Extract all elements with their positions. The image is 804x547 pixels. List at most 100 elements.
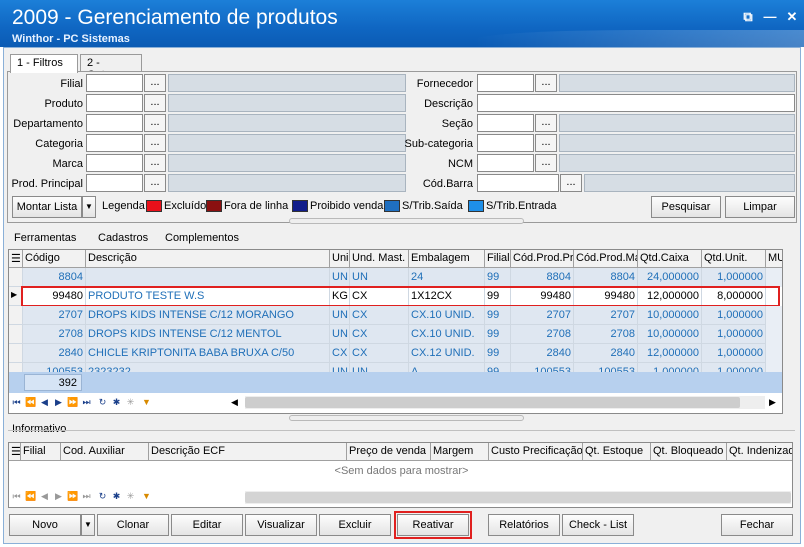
novo-dropdown[interactable]: ▼ — [81, 514, 95, 536]
cell-embalagem[interactable]: CX.10 UNID. — [409, 306, 485, 325]
nav-prev-icon[interactable]: ◀ — [39, 396, 50, 409]
prod-principal-input[interactable] — [86, 174, 143, 192]
tab-outros[interactable]: 2 - Outros — [80, 54, 142, 81]
cell-codigo[interactable]: 2708 — [23, 325, 86, 344]
cell-descricao[interactable]: CHICLE KRIPTONITA BABA BRUXA C/50 — [86, 344, 330, 363]
cell-und-mast[interactable]: CX — [350, 325, 409, 344]
cell-cod-prod-ma[interactable]: 2840 — [574, 344, 638, 363]
products-grid[interactable]: ☰ Código Descrição Uni Und. Mast. Embala… — [8, 249, 783, 414]
cell-codigo[interactable]: 2840 — [23, 344, 86, 363]
table-row[interactable]: 2840 CHICLE KRIPTONITA BABA BRUXA C/50 CX C… — [9, 344, 782, 363]
marca-input[interactable] — [86, 154, 143, 172]
fechar-button[interactable]: Fechar — [721, 514, 793, 536]
prod-principal-lookup-button[interactable]: ... — [144, 174, 166, 192]
col-qtd-unit[interactable]: Qtd.Unit. — [702, 250, 766, 268]
info-nav-prev-icon[interactable]: ◀ — [39, 490, 50, 503]
nav-first-icon[interactable]: ⏮ — [11, 396, 22, 409]
col-filial[interactable]: Filial — [485, 250, 511, 268]
nav-filter-icon[interactable]: ▼ — [141, 396, 152, 409]
info-col-qt-bloqueado[interactable]: Qt. Bloqueado — [651, 443, 727, 461]
info-nav-prev-page-icon[interactable]: ⏪ — [25, 490, 36, 503]
editar-button[interactable]: Editar — [171, 514, 243, 536]
cell-uni[interactable]: UN — [330, 325, 350, 344]
splitter-grip-bottom[interactable] — [289, 415, 524, 421]
tab-filtros[interactable]: 1 - Filtros — [10, 54, 78, 73]
cell-cod-prod-pr[interactable]: 2840 — [511, 344, 574, 363]
ncm-input[interactable] — [477, 154, 534, 172]
nav-asterisk-icon[interactable]: ✱ — [111, 396, 122, 409]
nav-refresh-icon[interactable]: ↻ — [97, 396, 108, 409]
cell-und-mast[interactable]: UN — [350, 268, 409, 287]
info-col-margem[interactable]: Margem — [431, 443, 489, 461]
subcategoria-lookup-button[interactable]: ... — [535, 134, 557, 152]
nav-asterisk-disabled-icon[interactable]: ✳ — [125, 396, 136, 409]
relatorios-button[interactable]: Relatórios — [488, 514, 560, 536]
splitter-grip-top[interactable] — [289, 218, 524, 224]
info-nav-next-page-icon[interactable]: ⏩ — [67, 490, 78, 503]
col-uni[interactable]: Uni — [330, 250, 350, 268]
cell-descricao[interactable]: DROPS KIDS INTENSE C/12 MENTOL — [86, 325, 330, 344]
scroll-left-icon[interactable]: ◀ — [231, 397, 238, 408]
cell-descricao[interactable]: DROPS KIDS INTENSE C/12 MORANGO — [86, 306, 330, 325]
nav-prev-page-icon[interactable]: ⏪ — [25, 396, 36, 409]
cell-qtd-caixa[interactable]: 12,000000 — [638, 344, 702, 363]
cell-qtd-unit[interactable]: 1,000000 — [702, 268, 766, 287]
info-col-filial[interactable]: Filial — [21, 443, 61, 461]
info-nav-asterisk-disabled-icon[interactable]: ✳ — [125, 490, 136, 503]
info-grid-menu-icon[interactable]: ☰ — [9, 443, 21, 461]
nav-next-icon[interactable]: ▶ — [53, 396, 64, 409]
minimize-icon[interactable]: — — [762, 9, 778, 25]
cell-qtd-unit[interactable]: 1,000000 — [702, 344, 766, 363]
menu-cadastros[interactable]: Cadastros — [98, 232, 148, 244]
categoria-lookup-button[interactable]: ... — [144, 134, 166, 152]
info-horizontal-scrollbar[interactable] — [245, 491, 791, 504]
cell-filial[interactable]: 99 — [485, 325, 511, 344]
cell-qtd-caixa[interactable]: 10,000000 — [638, 306, 702, 325]
cell-cod-prod-ma[interactable]: 2708 — [574, 325, 638, 344]
ncm-lookup-button[interactable]: ... — [535, 154, 557, 172]
limpar-button[interactable]: Limpar — [725, 196, 795, 218]
montar-lista-dropdown[interactable]: ▼ — [82, 196, 96, 218]
cell-filial[interactable]: 99 — [485, 344, 511, 363]
descricao-input[interactable] — [477, 94, 795, 112]
col-codigo[interactable]: Código — [23, 250, 86, 268]
secao-input[interactable] — [477, 114, 534, 132]
table-row[interactable]: 2708 DROPS KIDS INTENSE C/12 MENTOL UN CX CX… — [9, 325, 782, 344]
col-embalagem[interactable]: Embalagem — [409, 250, 485, 268]
cell-descricao[interactable] — [86, 268, 330, 287]
departamento-lookup-button[interactable]: ... — [144, 114, 166, 132]
produto-input[interactable] — [86, 94, 143, 112]
nav-next-page-icon[interactable]: ⏩ — [67, 396, 78, 409]
info-col-custo-precificacao[interactable]: Custo Precificação — [489, 443, 583, 461]
clonar-button[interactable]: Clonar — [97, 514, 169, 536]
novo-button[interactable]: Novo — [9, 514, 81, 536]
row-indicator[interactable] — [9, 344, 23, 363]
cell-codigo[interactable]: 2707 — [23, 306, 86, 325]
cell-filial[interactable]: 99 — [485, 306, 511, 325]
produto-lookup-button[interactable]: ... — [144, 94, 166, 112]
col-qtd-caixa[interactable]: Qtd.Caixa — [638, 250, 702, 268]
cell-qtd-caixa[interactable]: 10,000000 — [638, 325, 702, 344]
cell-embalagem[interactable]: 24 — [409, 268, 485, 287]
cell-cod-prod-ma[interactable]: 8804 — [574, 268, 638, 287]
info-nav-filter-icon[interactable]: ▼ — [141, 490, 152, 503]
col-cod-prod-pr[interactable]: Cód.Prod.Pr — [511, 250, 574, 268]
table-row[interactable]: 8804 UN UN 24 99 8804 8804 24,000000 1,000000 — [9, 268, 782, 287]
info-scrollbar-thumb[interactable] — [245, 492, 791, 503]
info-nav-first-icon[interactable]: ⏮ — [11, 490, 22, 503]
pesquisar-button[interactable]: Pesquisar — [651, 196, 721, 218]
cell-codigo[interactable]: 8804 — [23, 268, 86, 287]
table-row[interactable]: 2707 DROPS KIDS INTENSE C/12 MORANGO UN CX C… — [9, 306, 782, 325]
cell-uni[interactable]: CX — [330, 344, 350, 363]
info-nav-refresh-icon[interactable]: ↻ — [97, 490, 108, 503]
restore-icon[interactable]: ⧉ — [740, 9, 756, 25]
cell-cod-prod-pr[interactable]: 2707 — [511, 306, 574, 325]
info-col-qt-estoque[interactable]: Qt. Estoque — [583, 443, 651, 461]
cell-embalagem[interactable]: CX.10 UNID. — [409, 325, 485, 344]
col-mu[interactable]: MU — [766, 250, 782, 268]
subcategoria-input[interactable] — [477, 134, 534, 152]
cell-embalagem[interactable]: CX.12 UNID. — [409, 344, 485, 363]
info-nav-next-icon[interactable]: ▶ — [53, 490, 64, 503]
cod-barra-input[interactable] — [477, 174, 559, 192]
info-col-descricao-ecf[interactable]: Descrição ECF — [149, 443, 347, 461]
